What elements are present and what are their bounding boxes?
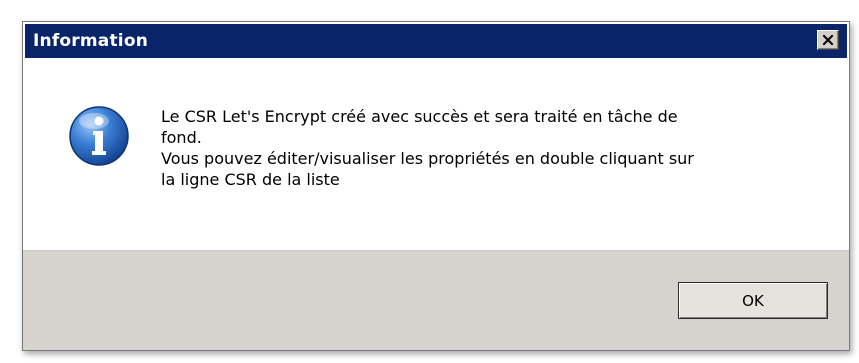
message-line: Le CSR Let's Encrypt créé avec succès et… bbox=[161, 107, 678, 126]
ok-button[interactable]: OK bbox=[678, 282, 828, 319]
close-button[interactable] bbox=[817, 30, 839, 50]
title-bar[interactable]: Information bbox=[23, 22, 849, 58]
close-icon bbox=[822, 34, 834, 46]
ok-button-label: OK bbox=[742, 291, 764, 310]
message-line: fond. bbox=[161, 128, 202, 147]
dialog-title: Information bbox=[33, 31, 149, 51]
message-line: Vous pouvez éditer/visualiser les propri… bbox=[161, 149, 694, 168]
message-text: Le CSR Let's Encrypt créé avec succès et… bbox=[161, 106, 801, 190]
message-line: la ligne CSR de la liste bbox=[161, 170, 340, 189]
information-dialog: Information Le CSR Let's Encrypt créé av… bbox=[22, 21, 850, 351]
info-icon bbox=[69, 106, 129, 166]
